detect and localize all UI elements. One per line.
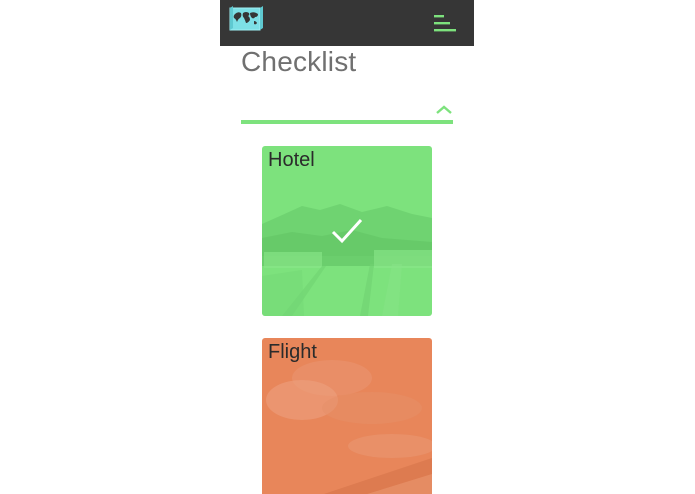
page-title: Checklist (241, 46, 357, 77)
hamburger-menu-icon[interactable] (434, 14, 456, 32)
checklist-card-hotel[interactable]: Hotel (262, 146, 432, 316)
card-title: Flight (268, 341, 317, 363)
app-screen: Checklist Hotel Flight (220, 0, 474, 494)
checklist-section-toggle[interactable] (241, 104, 453, 126)
checklist-card-flight[interactable]: Flight (262, 338, 432, 494)
chevron-up-icon (436, 105, 452, 114)
top-bar (220, 0, 474, 46)
card-title: Hotel (268, 149, 315, 171)
checkmark-icon (331, 218, 363, 244)
section-divider (241, 120, 453, 124)
world-map-icon[interactable] (229, 5, 265, 33)
